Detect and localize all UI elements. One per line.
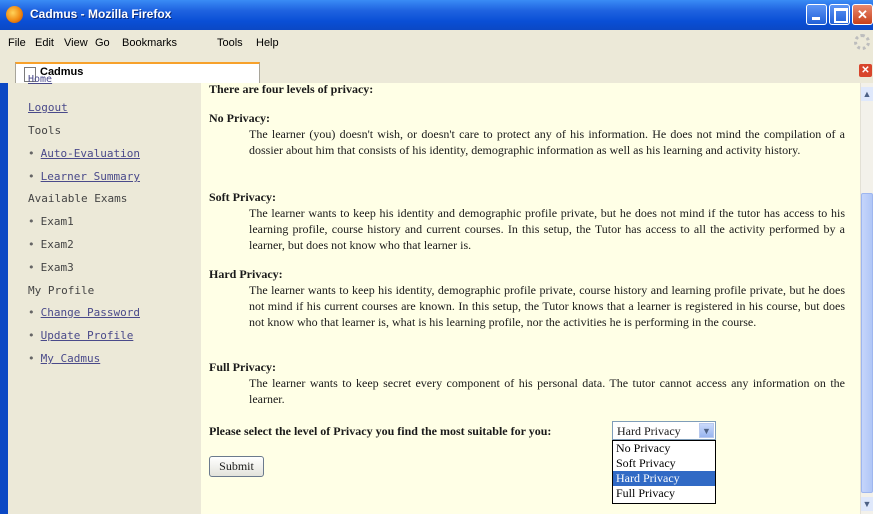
sidebar-item-exam1[interactable]: • Exam1 — [28, 215, 74, 228]
option-soft-privacy[interactable]: Soft Privacy — [613, 456, 715, 471]
sidebar-profile-header: My Profile — [28, 284, 95, 297]
sidebar-exams-header: Available Exams — [28, 192, 128, 205]
throbber-icon — [854, 34, 870, 50]
bullet-icon: • — [28, 352, 35, 365]
minimize-button[interactable] — [806, 4, 827, 25]
menu-bar: File Edit View Go Bookmarks Tools Help — [0, 30, 873, 59]
sidebar-item-change-password[interactable]: • Change Password — [28, 306, 140, 319]
window-title: Cadmus - Mozilla Firefox — [30, 7, 172, 21]
section-title-soft-privacy: Soft Privacy: — [209, 190, 276, 204]
option-no-privacy[interactable]: No Privacy — [613, 441, 715, 456]
menu-go[interactable]: Go — [95, 37, 110, 49]
sidebar-item-exam2[interactable]: • Exam2 — [28, 238, 74, 251]
privacy-level-select[interactable]: Hard Privacy ▼ — [612, 421, 716, 440]
option-full-privacy[interactable]: Full Privacy — [613, 486, 715, 501]
minimize-icon — [812, 17, 820, 20]
privacy-intro: There are four levels of privacy: — [209, 83, 374, 96]
bullet-icon: • — [28, 170, 35, 183]
sidebar: Home Logout Tools • Auto-Evaluation • Lear… — [8, 74, 201, 514]
sidebar-item-exam3[interactable]: • Exam3 — [28, 261, 74, 274]
sidebar-item-update-profile[interactable]: • Update Profile — [28, 329, 133, 342]
scroll-up-icon[interactable]: ▲ — [861, 87, 873, 101]
sidebar-item-my-cadmus[interactable]: • My Cadmus — [28, 352, 100, 365]
menu-edit[interactable]: Edit — [35, 37, 54, 49]
privacy-level-dropdown: No Privacy Soft Privacy Hard Privacy Ful… — [612, 440, 716, 504]
close-tab-button[interactable]: ✕ — [859, 64, 872, 77]
bullet-icon: • — [28, 215, 35, 228]
submit-button[interactable]: Submit — [209, 456, 264, 477]
window-frame-left — [0, 83, 8, 514]
menu-view[interactable]: View — [64, 37, 88, 49]
bullet-icon: • — [28, 329, 35, 342]
main-content: There are four levels of privacy: No Pri… — [201, 83, 860, 514]
maximize-icon — [834, 8, 848, 23]
close-window-button[interactable]: ✕ — [852, 4, 873, 25]
bullet-icon: • — [28, 261, 35, 274]
section-title-hard-privacy: Hard Privacy: — [209, 267, 283, 281]
section-body-soft-privacy: The learner wants to keep his identity a… — [249, 206, 845, 252]
privacy-level-value: Hard Privacy — [617, 424, 681, 438]
sidebar-item-learner-summary[interactable]: • Learner Summary — [28, 170, 140, 183]
bullet-icon: • — [28, 306, 35, 319]
firefox-icon — [6, 6, 23, 23]
close-icon: ✕ — [857, 7, 868, 22]
chevron-down-icon[interactable]: ▼ — [699, 423, 714, 438]
section-title-full-privacy: Full Privacy: — [209, 360, 276, 374]
section-title-no-privacy: No Privacy: — [209, 111, 270, 125]
sidebar-home-link[interactable]: Home — [28, 74, 52, 85]
menu-tools[interactable]: Tools — [217, 37, 243, 49]
tab-bar: Cadmus ✕ — [0, 58, 873, 84]
maximize-button[interactable] — [829, 4, 850, 25]
scroll-down-icon[interactable]: ▼ — [861, 497, 873, 511]
menu-help[interactable]: Help — [256, 37, 279, 49]
sidebar-item-auto-evaluation[interactable]: • Auto-Evaluation — [28, 147, 140, 160]
option-hard-privacy[interactable]: Hard Privacy — [613, 471, 715, 486]
bullet-icon: • — [28, 147, 35, 160]
section-body-no-privacy: The learner (you) doesn't wish, or doesn… — [249, 127, 845, 157]
window-titlebar[interactable]: Cadmus - Mozilla Firefox ✕ — [0, 0, 873, 30]
privacy-select-prompt: Please select the level of Privacy you f… — [209, 424, 552, 438]
section-body-hard-privacy: The learner wants to keep his identity, … — [249, 283, 845, 329]
sidebar-logout-link[interactable]: Logout — [28, 101, 68, 114]
menu-bookmarks[interactable]: Bookmarks — [122, 37, 177, 49]
vertical-scrollbar[interactable]: ▲ ▼ — [860, 83, 873, 514]
sidebar-tools-header: Tools — [28, 124, 62, 137]
bullet-icon: • — [28, 238, 35, 251]
section-body-full-privacy: The learner wants to keep secret every c… — [249, 376, 845, 406]
menu-file[interactable]: File — [8, 37, 26, 49]
scroll-thumb[interactable] — [861, 193, 873, 493]
